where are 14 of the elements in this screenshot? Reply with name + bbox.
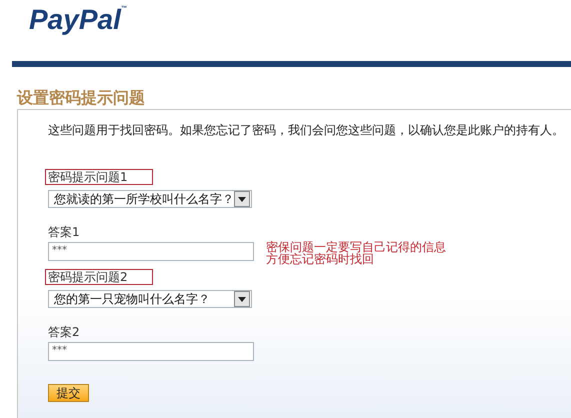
question-select[interactable]: 您的第一只宠物叫什么名字？ [48,290,252,308]
annotation-text: 密保问题一定要写自己记得的信息 [266,241,446,253]
submit-button[interactable]: 提交 [48,384,89,402]
page-title: 设置密码提示问题 [17,88,145,108]
intro-text: 这些问题用于找回密码。如果您忘记了密码，我们会问您这些问题，以确认您是此账户的持有人。 [48,122,565,138]
question-select[interactable]: 您就读的第一所学校叫什么名字？ [48,190,252,208]
answer-field[interactable]: *** [48,242,254,261]
paypal-logo: PayPal$^{™}$ [29,3,127,37]
question-label: 密码提示问题1 [45,169,153,185]
annotation-text: 方便忘记密码时找回 [266,253,375,265]
answer-label: 答案2 [48,325,81,339]
answer-label: 答案1 [48,225,81,239]
answer-field[interactable]: *** [48,342,254,361]
question-label: 密码提示问题2 [45,269,153,285]
